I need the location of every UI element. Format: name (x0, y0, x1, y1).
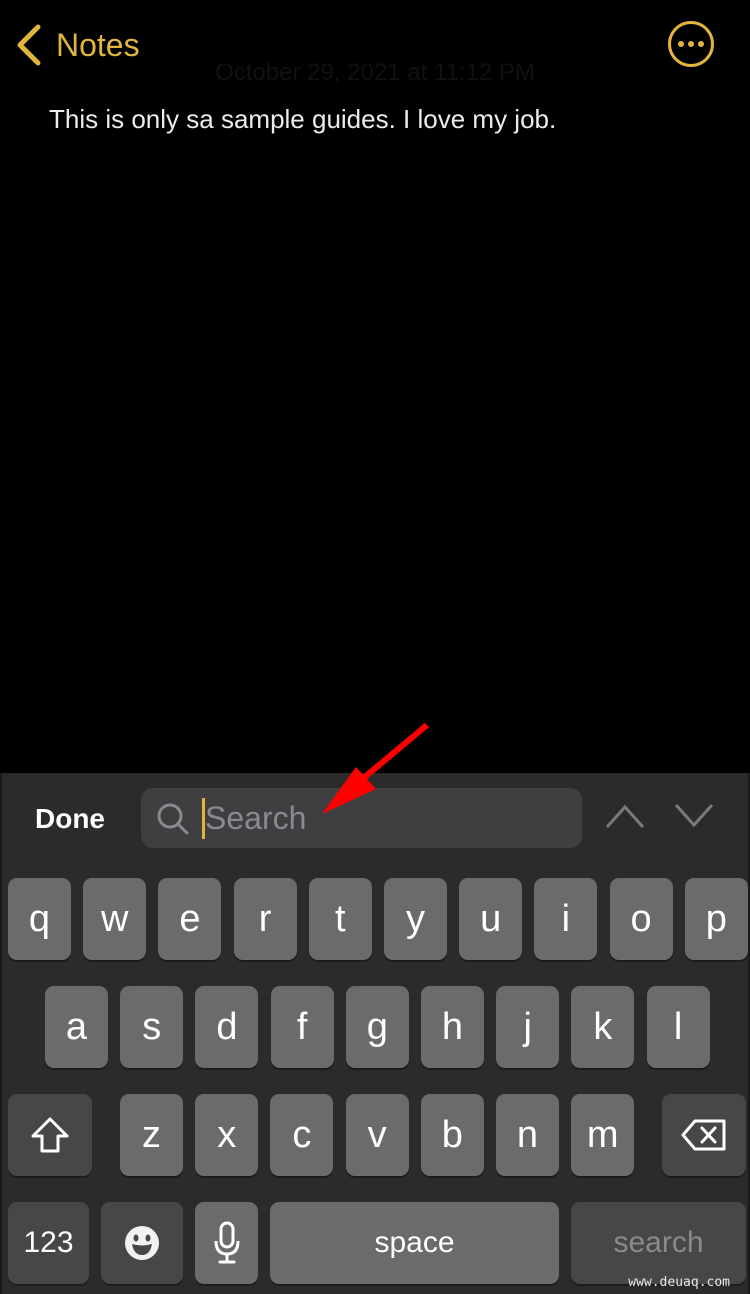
key-r[interactable]: r (233, 878, 297, 960)
key-h[interactable]: h (421, 986, 484, 1068)
key-o[interactable]: o (609, 878, 673, 960)
emoji-key[interactable] (101, 1202, 183, 1284)
keyboard: Done qwertyuiop asdfghjkl zxcvbnm 123 (0, 773, 750, 1294)
key-n[interactable]: n (496, 1094, 559, 1176)
key-s[interactable]: s (120, 986, 184, 1068)
next-match-button[interactable] (674, 803, 714, 829)
key-c[interactable]: c (270, 1094, 334, 1176)
watermark: www.deuaq.com (628, 1275, 730, 1290)
shift-icon (31, 1117, 69, 1153)
ellipsis-icon (678, 41, 684, 47)
done-button[interactable]: Done (35, 803, 105, 835)
key-x[interactable]: x (195, 1094, 259, 1176)
chevron-down-icon (674, 803, 714, 828)
search-field[interactable] (141, 788, 582, 848)
key-f[interactable]: f (270, 986, 334, 1068)
key-z[interactable]: z (120, 1094, 183, 1176)
key-b[interactable]: b (420, 1094, 484, 1176)
magnifier-icon (157, 803, 189, 835)
dictation-key[interactable] (195, 1202, 258, 1284)
key-u[interactable]: u (459, 878, 523, 960)
key-p[interactable]: p (684, 878, 748, 960)
chevron-up-icon (605, 804, 645, 829)
key-v[interactable]: v (345, 1094, 409, 1176)
key-m[interactable]: m (571, 1094, 635, 1176)
key-e[interactable]: e (158, 878, 222, 960)
ellipsis-dot (698, 41, 704, 47)
note-body[interactable]: This is only sa sample guides. I love my… (49, 104, 556, 135)
shift-key[interactable] (8, 1094, 92, 1176)
key-k[interactable]: k (571, 986, 635, 1068)
key-y[interactable]: y (384, 878, 447, 960)
search-input[interactable] (205, 788, 565, 848)
search-return-key[interactable]: search (571, 1202, 746, 1284)
key-i[interactable]: i (534, 878, 598, 960)
note-date: October 29, 2021 at 11:12 PM (215, 59, 535, 86)
back-label: Notes (56, 26, 140, 63)
key-d[interactable]: d (195, 986, 259, 1068)
numbers-key[interactable]: 123 (8, 1202, 89, 1284)
space-key[interactable]: space (270, 1202, 559, 1284)
key-t[interactable]: t (308, 878, 372, 960)
key-q[interactable]: q (8, 878, 71, 960)
previous-match-button[interactable] (605, 803, 645, 829)
emoji-icon (125, 1226, 159, 1260)
key-g[interactable]: g (345, 986, 409, 1068)
backspace-icon (681, 1119, 726, 1151)
key-a[interactable]: a (45, 986, 108, 1068)
ellipsis-dot (688, 41, 694, 47)
key-w[interactable]: w (83, 878, 147, 960)
microphone-icon (214, 1221, 239, 1264)
key-l[interactable]: l (646, 986, 710, 1068)
key-j[interactable]: j (496, 986, 560, 1068)
delete-key[interactable] (662, 1094, 746, 1176)
